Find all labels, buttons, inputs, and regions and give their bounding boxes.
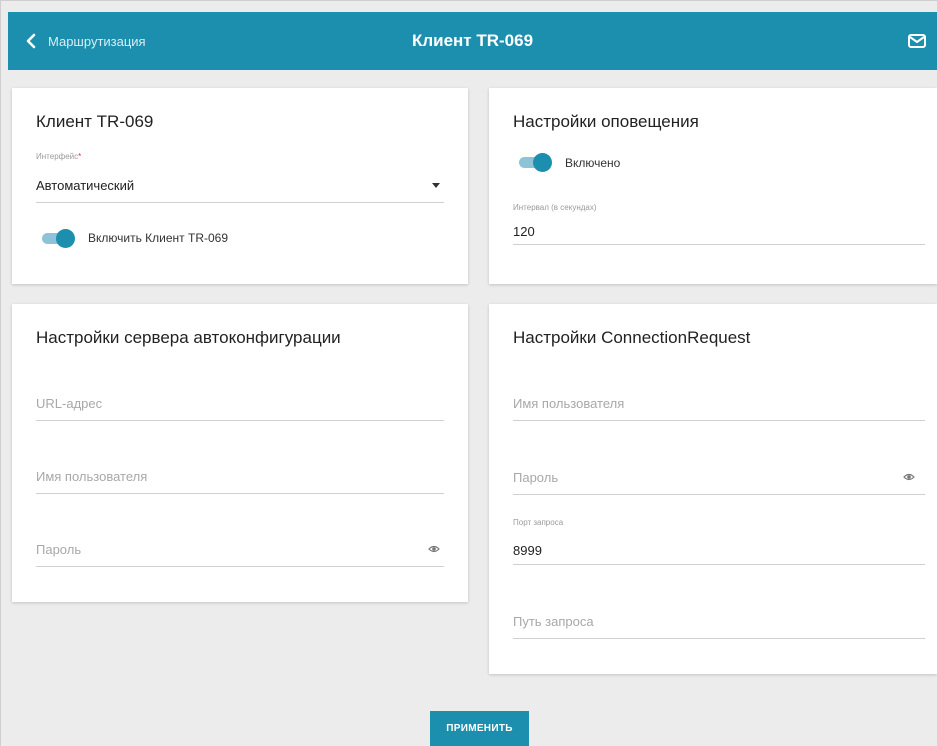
- acs-password-underline: [36, 566, 444, 567]
- acs-url-input[interactable]: URL-адрес: [36, 386, 444, 420]
- interval-underline: [513, 244, 925, 245]
- client-card: Клиент TR-069 Интерфейс* Автоматический …: [12, 88, 468, 284]
- eye-icon[interactable]: [903, 472, 915, 482]
- port-input[interactable]: 8999: [513, 530, 925, 564]
- header-bar: Маршрутизация Клиент TR-069: [8, 12, 937, 70]
- acs-url-placeholder: URL-адрес: [36, 396, 103, 411]
- connreq-password-underline: [513, 494, 925, 495]
- interface-select-value: Автоматический: [36, 178, 135, 193]
- interface-underline: [36, 202, 444, 203]
- notify-enabled-toggle[interactable]: [517, 152, 553, 172]
- connreq-password-input[interactable]: Пароль: [513, 460, 925, 494]
- connreq-card: Настройки ConnectionRequest Имя пользова…: [489, 304, 937, 674]
- interface-select[interactable]: Автоматический: [36, 164, 444, 202]
- interval-label: Интервал (в секундах): [513, 203, 597, 212]
- notify-card-title: Настройки оповещения: [513, 112, 699, 131]
- apply-button[interactable]: ПРИМЕНИТЬ: [430, 711, 529, 746]
- path-underline: [513, 638, 925, 639]
- interval-input[interactable]: 120: [513, 214, 925, 244]
- mail-icon[interactable]: [907, 32, 927, 50]
- port-underline: [513, 564, 925, 565]
- port-input-value: 8999: [513, 543, 542, 558]
- enable-client-toggle[interactable]: [40, 228, 76, 248]
- page-title: Клиент TR-069: [411, 31, 534, 50]
- chevron-down-icon: [432, 183, 440, 188]
- required-mark: *: [78, 152, 82, 161]
- acs-username-underline: [36, 493, 444, 494]
- path-input[interactable]: Путь запроса: [513, 604, 925, 638]
- acs-url-underline: [36, 420, 444, 421]
- acs-card: Настройки сервера автоконфигурации URL-а…: [12, 304, 468, 602]
- connreq-username-placeholder: Имя пользователя: [513, 396, 625, 411]
- port-label: Порт запроса: [513, 518, 564, 527]
- acs-password-placeholder: Пароль: [36, 542, 82, 557]
- eye-icon[interactable]: [428, 544, 440, 554]
- connreq-card-title: Настройки ConnectionRequest: [513, 328, 751, 347]
- connreq-username-input[interactable]: Имя пользователя: [513, 386, 925, 420]
- enable-client-toggle-label: Включить Клиент TR-069: [88, 231, 229, 245]
- acs-card-title: Настройки сервера автоконфигурации: [36, 328, 341, 347]
- notify-enabled-toggle-label: Включено: [565, 156, 621, 170]
- acs-username-placeholder: Имя пользователя: [36, 469, 148, 484]
- acs-username-input[interactable]: Имя пользователя: [36, 459, 444, 493]
- connreq-username-underline: [513, 420, 925, 421]
- interface-label: Интерфейс*: [36, 152, 82, 161]
- acs-password-input[interactable]: Пароль: [36, 532, 444, 566]
- client-card-title: Клиент TR-069: [36, 112, 154, 131]
- notify-card: Настройки оповещения Включено Интервал (…: [489, 88, 937, 284]
- interval-input-value: 120: [513, 224, 535, 239]
- connreq-password-placeholder: Пароль: [513, 470, 559, 485]
- path-placeholder: Путь запроса: [513, 614, 594, 629]
